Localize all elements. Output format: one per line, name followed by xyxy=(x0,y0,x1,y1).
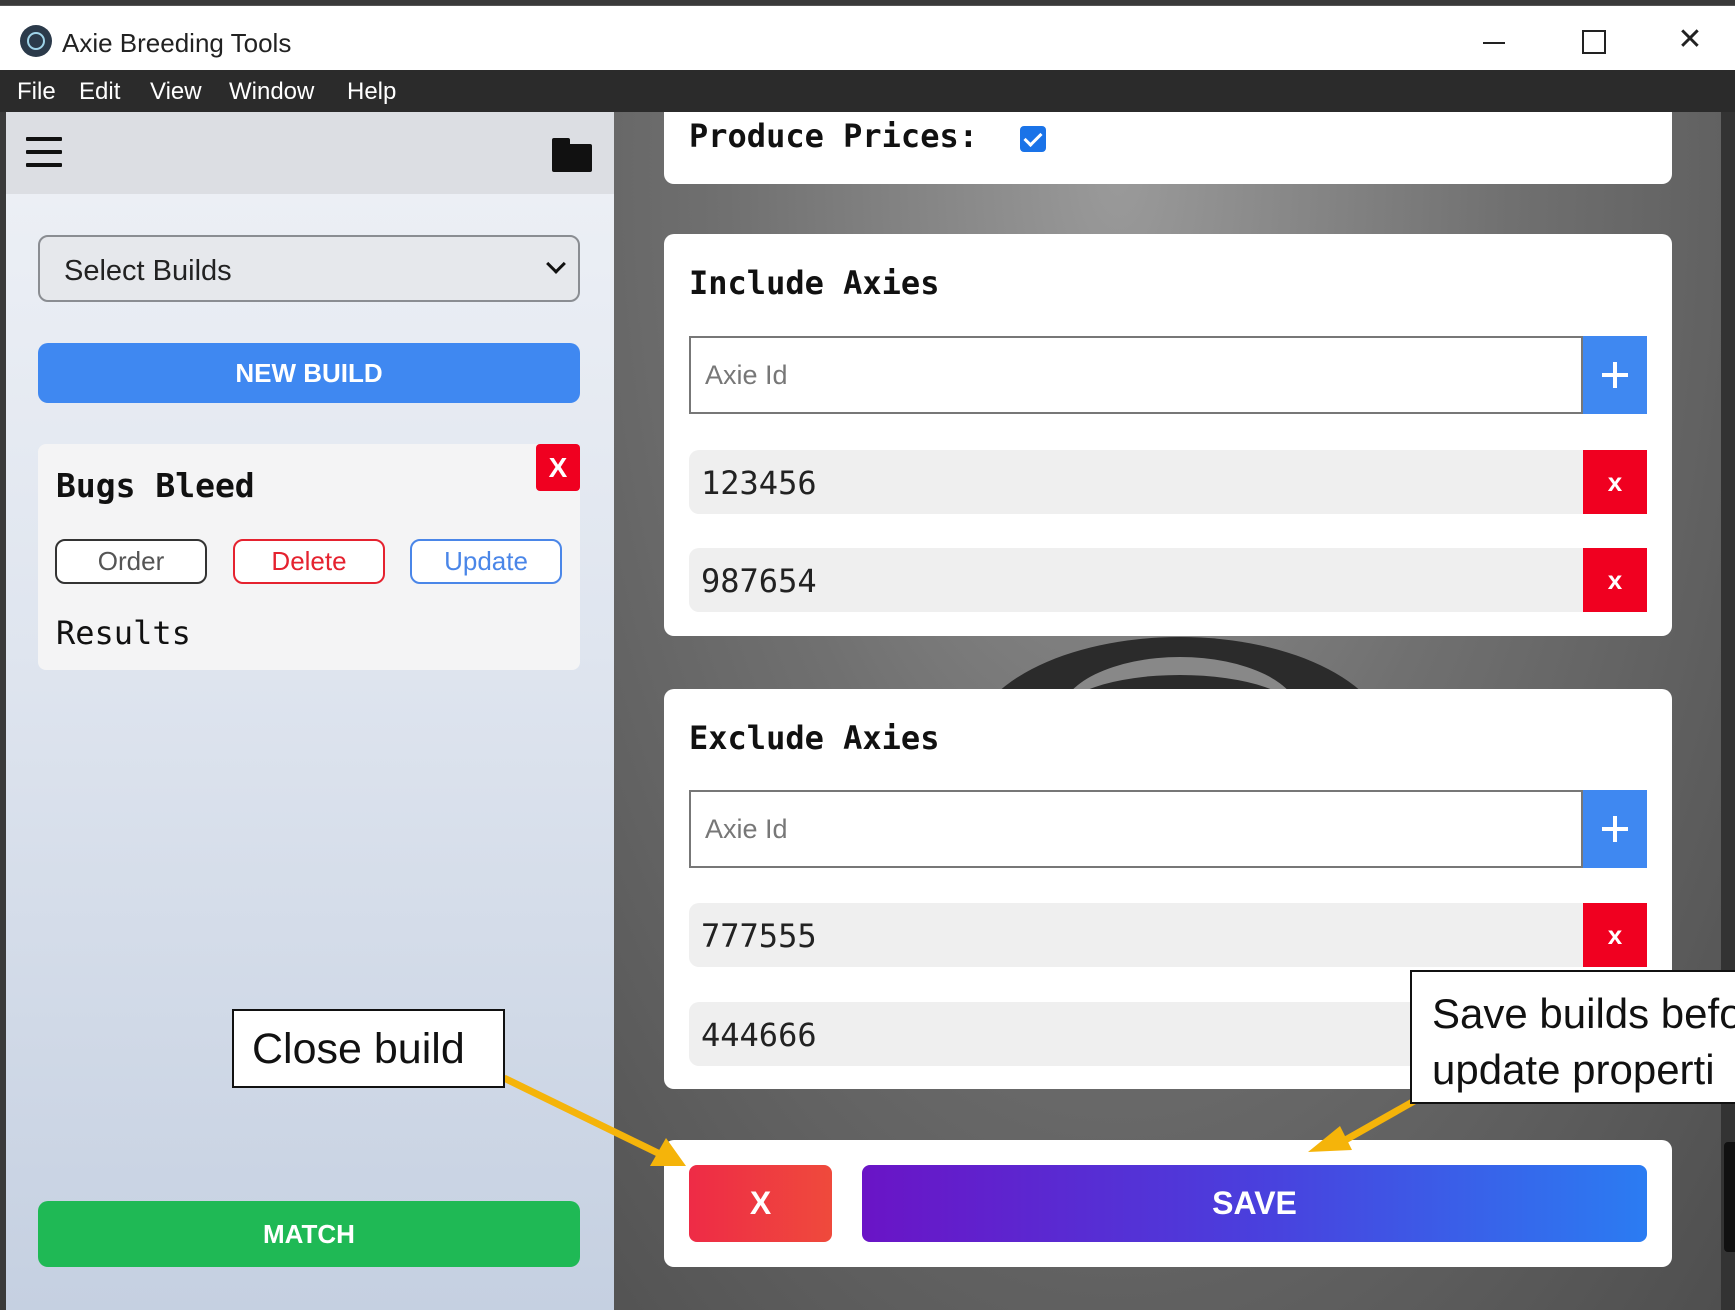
chevron-down-icon xyxy=(546,257,564,275)
results-link[interactable]: Results xyxy=(56,614,191,652)
folder-icon[interactable] xyxy=(552,138,592,172)
update-button[interactable]: Update xyxy=(410,539,562,584)
include-axies-title: Include Axies xyxy=(689,264,940,302)
new-build-button[interactable]: NEW BUILD xyxy=(38,343,580,403)
include-add-button[interactable] xyxy=(1583,336,1647,414)
menu-file[interactable]: File xyxy=(17,78,56,106)
sidebar: Select Builds NEW BUILD X Bugs Bleed Ord… xyxy=(6,112,614,1310)
menu-edit[interactable]: Edit xyxy=(79,78,120,106)
cancel-build-button[interactable]: X xyxy=(689,1165,832,1242)
exclude-axie-id-input[interactable] xyxy=(691,792,1581,866)
save-builds-callout: Save builds befo update properti xyxy=(1410,970,1735,1104)
save-callout-line-1: Save builds befo xyxy=(1432,990,1735,1037)
exclude-add-button[interactable] xyxy=(1583,790,1647,868)
axie-id-text: 123456 xyxy=(701,464,817,502)
match-button[interactable]: MATCH xyxy=(38,1201,580,1267)
select-builds-dropdown[interactable]: Select Builds xyxy=(38,235,580,302)
include-axie-id-field[interactable] xyxy=(689,336,1583,414)
save-callout-line-2: update properti xyxy=(1432,1046,1715,1093)
include-remove-button[interactable]: x xyxy=(1583,548,1647,612)
select-builds-label: Select Builds xyxy=(64,255,232,287)
axie-id-text: 987654 xyxy=(701,562,817,600)
produce-prices-label: Produce Prices: xyxy=(689,117,978,155)
include-remove-button[interactable]: x xyxy=(1583,450,1647,514)
exclude-axies-title: Exclude Axies xyxy=(689,719,940,757)
produce-prices-checkbox[interactable] xyxy=(1020,126,1046,152)
build-close-button[interactable]: X xyxy=(536,444,580,491)
window-title: Axie Breeding Tools xyxy=(62,28,292,58)
produce-prices-panel: Produce Prices: xyxy=(664,112,1672,184)
save-button[interactable]: SAVE xyxy=(862,1165,1647,1242)
axie-id-text: 777555 xyxy=(701,917,817,955)
menu-window[interactable]: Window xyxy=(229,78,314,106)
include-id-row: 123456 xyxy=(689,450,1583,514)
menu-bar: File Edit View Window Help xyxy=(0,70,1735,112)
exclude-id-row: 777555 xyxy=(689,903,1583,967)
menu-view[interactable]: View xyxy=(150,78,202,106)
window-titlebar: Axie Breeding Tools ✕ xyxy=(0,5,1735,70)
exclude-axie-id-field[interactable] xyxy=(689,790,1583,868)
hamburger-icon[interactable] xyxy=(26,137,62,167)
actions-panel: X SAVE xyxy=(664,1140,1672,1267)
exclude-remove-button[interactable]: x xyxy=(1583,903,1647,967)
menu-help[interactable]: Help xyxy=(347,78,396,106)
scrollbar-thumb[interactable] xyxy=(1724,1142,1735,1252)
axie-id-text: 444666 xyxy=(701,1016,817,1054)
delete-button[interactable]: Delete xyxy=(233,539,385,584)
order-button[interactable]: Order xyxy=(55,539,207,584)
close-window-icon[interactable]: ✕ xyxy=(1660,18,1720,62)
sidebar-header xyxy=(6,112,614,194)
maximize-icon[interactable] xyxy=(1562,18,1622,62)
close-build-callout: Close build xyxy=(232,1009,505,1088)
scrollbar-track[interactable] xyxy=(1721,112,1735,1310)
build-name: Bugs Bleed xyxy=(56,466,255,505)
app-icon xyxy=(20,25,52,57)
include-axie-id-input[interactable] xyxy=(691,338,1581,412)
include-axies-panel: Include Axies 123456 x 987654 x xyxy=(664,234,1672,636)
minimize-icon[interactable] xyxy=(1465,18,1525,62)
include-id-row: 987654 xyxy=(689,548,1583,612)
main-content: Produce Prices: Include Axies 123456 x 9… xyxy=(614,112,1735,1310)
build-card: X Bugs Bleed Order Delete Update Results xyxy=(38,444,580,670)
